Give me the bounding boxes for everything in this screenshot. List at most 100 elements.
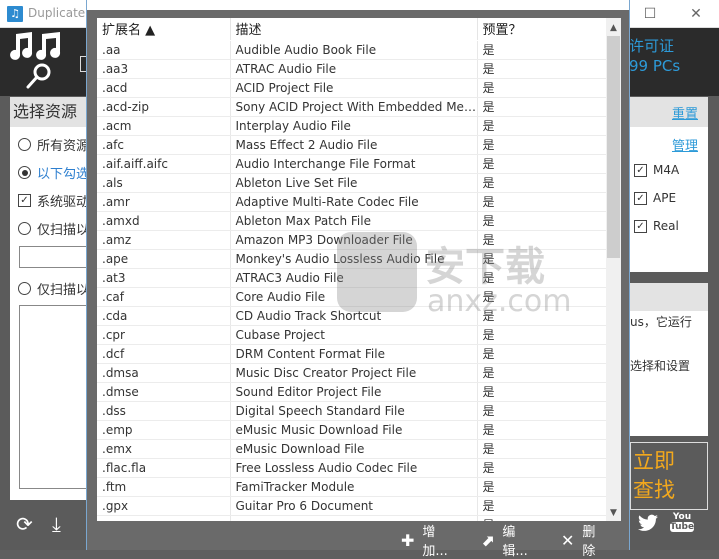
table-row[interactable]: .caf Core Audio File 是 [97, 287, 607, 307]
table-row[interactable]: .afc Mass Effect 2 Audio File 是 [97, 135, 607, 155]
cell-preset: 是 [477, 401, 607, 421]
format-label: APE [653, 191, 677, 205]
column-header-description[interactable]: 描述 [230, 18, 478, 41]
music-search-logo-icon [10, 32, 61, 89]
scroll-up-arrow-icon[interactable]: ▲ [606, 20, 621, 36]
cell-preset: 是 [477, 173, 607, 193]
checkbox-checked-icon[interactable]: ✓ [634, 163, 647, 177]
bottom-left-toolbar: ⟳ ⤓ [0, 502, 90, 550]
table-row[interactable]: .at3 ATRAC3 Audio File 是 [97, 268, 607, 288]
table-row[interactable]: .amr Adaptive Multi-Rate Codec File 是 [97, 192, 607, 212]
option-checked-below[interactable]: 以下勾选 [18, 163, 89, 182]
format-ape[interactable]: ✓ APE [634, 191, 676, 205]
option-scan-only-2[interactable]: 仅扫描以 [18, 279, 89, 298]
cell-preset: 是 [477, 135, 607, 155]
checkbox-checked-icon[interactable]: ✓ [634, 219, 647, 233]
cell-ext: .dmsa [97, 363, 231, 383]
cell-desc: Music Disc Creator Project File [230, 363, 478, 383]
edit-button[interactable]: ⬈ 编辑... [481, 521, 539, 559]
source-panel-heading: 选择资源 [10, 97, 90, 127]
add-button[interactable]: ✚ 增加... [401, 521, 459, 559]
table-row[interactable]: .ftm FamiTracker Module 是 [97, 477, 607, 497]
table-row[interactable]: .aif.aiff.aifc Audio Interchange File For… [97, 154, 607, 174]
table-row[interactable]: .amxd Ableton Max Patch File 是 [97, 211, 607, 231]
table-row[interactable]: .amz Amazon MP3 Downloader File 是 [97, 230, 607, 250]
cell-desc: Audible Audio Book File [230, 40, 478, 60]
radio-icon[interactable] [18, 282, 31, 295]
cell-desc: ACID Project File [230, 78, 478, 98]
table-row[interactable]: .emp eMusic Music Download File 是 [97, 420, 607, 440]
cell-desc: CD Audio Track Shortcut [230, 306, 478, 326]
download-icon[interactable]: ⤓ [52, 512, 61, 536]
radio-icon[interactable] [18, 222, 31, 235]
cell-ext: .dcf [97, 344, 231, 364]
cell-preset: 是 [477, 97, 607, 117]
cell-ext: .acd [97, 78, 231, 98]
table-header-row: 扩展名 ▲ 描述 预置？ [97, 18, 607, 41]
table-row[interactable]: .aa3 ATRAC Audio File 是 [97, 59, 607, 79]
table-row[interactable]: .als Ableton Live Set File 是 [97, 173, 607, 193]
table-row[interactable]: .ape Monkey's Audio Lossless Audio File 是 [97, 249, 607, 269]
table-row[interactable]: .dss Digital Speech Standard File 是 [97, 401, 607, 421]
table-row[interactable]: .aa Audible Audio Book File 是 [97, 40, 607, 60]
table-row[interactable]: .emx eMusic Download File 是 [97, 439, 607, 459]
table-row[interactable]: .cpr Cubase Project 是 [97, 325, 607, 345]
edit-label: 编辑... [502, 525, 528, 559]
refresh-icon[interactable]: ⟳ [16, 512, 33, 536]
cell-preset: 是 [477, 230, 607, 250]
table-row[interactable]: .gpx Guitar Pro 6 Document 是 [97, 496, 607, 516]
start-label-line-1: 立即 [633, 449, 675, 473]
delete-button[interactable]: ✕ 删除 [561, 521, 607, 559]
table-row[interactable]: .dmsa Music Disc Creator Project File 是 [97, 363, 607, 383]
cell-preset: 是 [477, 496, 607, 516]
cell-ext: .amz [97, 230, 231, 250]
youtube-icon[interactable]: You Tube [670, 512, 694, 532]
cell-desc: Amazon MP3 Downloader File [230, 230, 478, 250]
close-button[interactable]: ✕ [686, 4, 706, 24]
table-row[interactable]: .acd ACID Project File 是 [97, 78, 607, 98]
cell-preset: 是 [477, 325, 607, 345]
plus-icon: ✚ [401, 530, 415, 550]
cell-ext: .caf [97, 287, 231, 307]
reset-link[interactable]: 重置 [672, 103, 698, 122]
cell-ext: .gpx [97, 496, 231, 516]
table-row[interactable]: .acd-zip Sony ACID Project With Embedded … [97, 97, 607, 117]
cell-ext: .aif.aiff.aifc [97, 154, 231, 174]
info-text-line-2: 选择和设置 [630, 359, 691, 373]
format-m4a[interactable]: ✓ M4A [634, 163, 679, 177]
table-row[interactable]: .dcf DRM Content Format File 是 [97, 344, 607, 364]
table-row[interactable]: .acm Interplay Audio File 是 [97, 116, 607, 136]
cell-ext: .acd-zip [97, 97, 231, 117]
option-scan-only-1[interactable]: 仅扫描以 [18, 219, 89, 238]
twitter-icon[interactable] [638, 514, 658, 532]
cell-desc: Digital Speech Standard File [230, 401, 478, 421]
radio-icon[interactable] [18, 138, 31, 151]
checkbox-checked-icon[interactable]: ✓ [634, 191, 647, 205]
option-all-sources[interactable]: 所有资源 [18, 135, 89, 154]
cell-preset: 是 [477, 59, 607, 79]
column-header-preset[interactable]: 预置？ [477, 18, 607, 41]
table-row[interactable]: .cda CD Audio Track Shortcut 是 [97, 306, 607, 326]
cell-preset: 是 [477, 477, 607, 497]
source-selection-panel: 选择资源 所有资源 以下勾选 ✓ 系统驱动 仅扫描以 仅扫描以 [10, 97, 99, 500]
vertical-scrollbar[interactable]: ▲ ▼ [606, 18, 621, 521]
table-row[interactable]: .dmse Sound Editor Project File 是 [97, 382, 607, 402]
scroll-down-arrow-icon[interactable]: ▼ [606, 505, 621, 521]
checkbox-checked-icon[interactable]: ✓ [18, 194, 31, 207]
cell-desc: eMusic Download File [230, 439, 478, 459]
edit-icon: ⬈ [481, 530, 495, 550]
option-system-drives[interactable]: ✓ 系统驱动 [18, 191, 89, 210]
format-real[interactable]: ✓ Real [634, 219, 679, 233]
table-row[interactable]: .flac.fla Free Lossless Audio Codec File 是 [97, 458, 607, 478]
manage-link[interactable]: 管理 [672, 135, 698, 154]
cell-desc: Guitar Pro 6 Document [230, 496, 478, 516]
radio-selected-icon[interactable] [18, 166, 31, 179]
column-header-extension[interactable]: 扩展名 ▲ [97, 18, 231, 41]
license-line-1: 许可证 [629, 37, 675, 55]
cell-desc: Sound Editor Project File [230, 382, 478, 402]
info-panel: us，它运行 选择和设置 [630, 283, 708, 436]
scrollbar-thumb[interactable] [607, 36, 620, 258]
maximize-button[interactable]: ☐ [640, 4, 660, 24]
cell-preset: 是 [477, 287, 607, 307]
start-search-button[interactable]: 立即 查找 [630, 442, 708, 510]
